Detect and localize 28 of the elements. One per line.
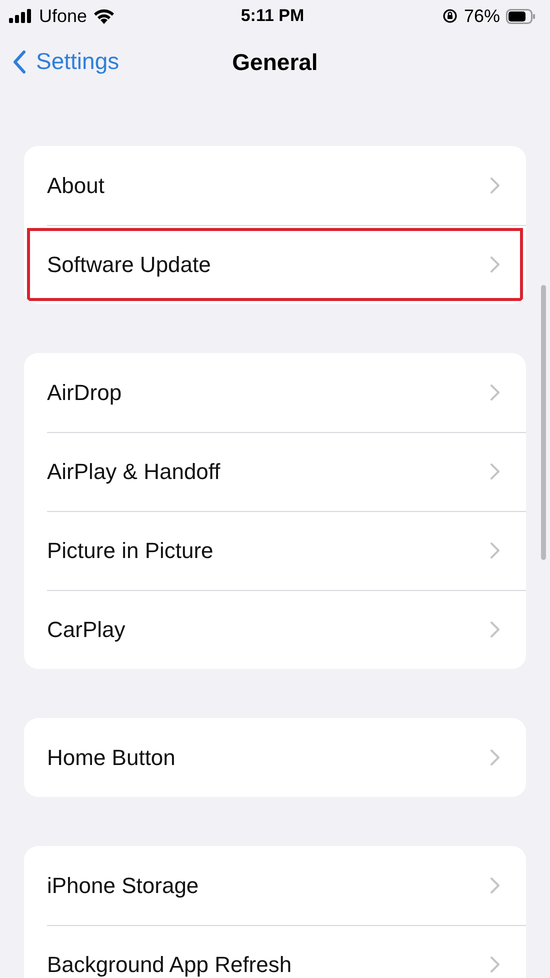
- chevron-right-icon: [490, 463, 500, 480]
- battery-icon: [506, 8, 536, 24]
- battery-percent: 76%: [464, 6, 500, 26]
- clock-time: 5:11 PM: [240, 6, 304, 26]
- chevron-right-icon: [490, 877, 500, 894]
- settings-row[interactable]: iPhone Storage: [24, 846, 526, 925]
- signal-icon: [9, 9, 33, 23]
- chevron-right-icon: [490, 542, 500, 559]
- back-button[interactable]: Settings: [12, 48, 120, 75]
- settings-row[interactable]: CarPlay: [24, 590, 526, 669]
- chevron-right-icon: [490, 384, 500, 401]
- chevron-right-icon: [490, 256, 500, 273]
- settings-row[interactable]: AirPlay & Handoff: [24, 432, 526, 511]
- chevron-right-icon: [490, 177, 500, 194]
- settings-row[interactable]: AirDrop: [24, 353, 526, 432]
- settings-row[interactable]: Picture in Picture: [24, 511, 526, 590]
- settings-row[interactable]: Background App Refresh: [24, 925, 526, 978]
- settings-row[interactable]: Home Button: [24, 718, 526, 797]
- chevron-left-icon: [12, 50, 26, 74]
- highlighted-settings-row[interactable]: Software Update: [24, 225, 526, 304]
- wifi-icon: [93, 8, 116, 24]
- chevron-right-icon: [490, 956, 500, 973]
- page-title: General: [232, 48, 318, 76]
- rotation-lock-icon: [442, 8, 458, 24]
- carrier-name: Ufone: [39, 6, 88, 26]
- settings-row[interactable]: About: [24, 146, 526, 225]
- chevron-right-icon: [490, 749, 500, 766]
- chevron-right-icon: [490, 621, 500, 638]
